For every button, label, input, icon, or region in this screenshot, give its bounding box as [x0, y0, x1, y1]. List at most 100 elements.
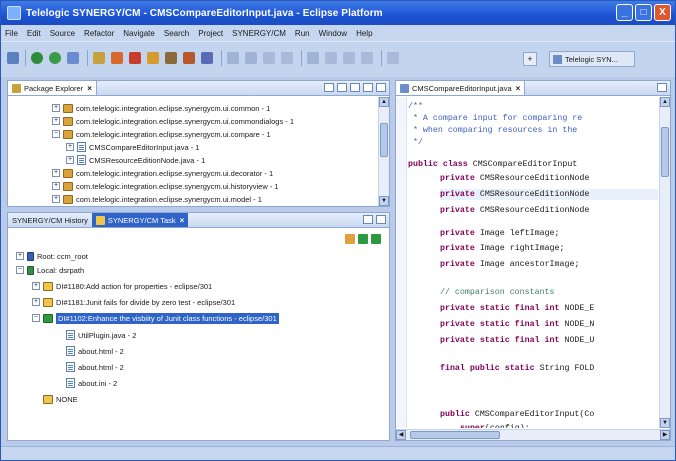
code-line[interactable]: * A compare input for comparing re: [408, 113, 582, 124]
expand-icon[interactable]: +: [66, 156, 74, 164]
external-tools-icon[interactable]: [67, 52, 79, 64]
menu-help[interactable]: Help: [356, 29, 372, 38]
debug-icon[interactable]: [31, 52, 43, 64]
tab-editor-file[interactable]: CMSCompareEditorInput.java ×: [396, 81, 526, 95]
view-menu-icon[interactable]: [350, 83, 360, 92]
code-line[interactable]: public class CMSCompareEditorInput: [408, 159, 582, 170]
tree-item[interactable]: + com.telelogic.integration.eclipse.syner…: [52, 102, 270, 114]
code-line[interactable]: */: [408, 137, 423, 148]
code-line[interactable]: private Image ancestorImage;: [440, 259, 579, 270]
menu-file[interactable]: File: [5, 29, 18, 38]
code-line[interactable]: private CMSResourceEditionNode: [440, 189, 658, 200]
tree-item[interactable]: + com.telelogic.integration.eclipse.syner…: [52, 193, 262, 205]
expand-icon[interactable]: +: [32, 298, 40, 306]
package-explorer-vscroll[interactable]: ▲ ▼: [378, 97, 389, 206]
code-line[interactable]: private CMSResourceEditionNode: [440, 205, 589, 216]
minimize-view-icon[interactable]: [363, 83, 373, 92]
maximize-button[interactable]: □: [635, 4, 652, 21]
perspective-switcher[interactable]: Telelogic SYN...: [549, 51, 635, 67]
scroll-left-icon[interactable]: ◀: [396, 430, 406, 440]
tree-item[interactable]: UtilPlugin.java - 2: [66, 329, 136, 341]
scroll-thumb[interactable]: [661, 127, 669, 177]
code-line[interactable]: private Image rightImage;: [440, 243, 564, 254]
tree-item[interactable]: + com.telelogic.integration.eclipse.syner…: [52, 115, 294, 127]
code-line[interactable]: private static final int NODE_N: [440, 319, 594, 330]
run-icon[interactable]: [49, 52, 61, 64]
scroll-down-icon[interactable]: ▼: [660, 418, 670, 428]
minimize-button[interactable]: _: [616, 4, 633, 21]
close-tab-icon[interactable]: ×: [516, 84, 521, 93]
editor-ruler[interactable]: [396, 97, 407, 428]
search-icon[interactable]: [93, 52, 105, 64]
tree-item[interactable]: + Root: ccm_root: [16, 250, 88, 262]
code-line[interactable]: /**: [408, 101, 423, 112]
synergy-sync-icon[interactable]: [165, 52, 177, 64]
tree-item[interactable]: + com.telelogic.integration.eclipse.syner…: [52, 180, 279, 192]
scroll-down-icon[interactable]: ▼: [379, 196, 389, 206]
expand-icon[interactable]: +: [52, 169, 60, 177]
previous-annotation-icon[interactable]: [245, 52, 257, 64]
expand-icon[interactable]: +: [52, 195, 60, 203]
maximize-view-icon[interactable]: [376, 215, 386, 224]
tree-item-selected[interactable]: − DI#1102:Enhance the visbiity of Junit c…: [32, 312, 279, 324]
menu-search[interactable]: Search: [164, 29, 189, 38]
tree-item[interactable]: + DI#1180:Add action for properties - ecl…: [32, 280, 212, 292]
close-tab-icon[interactable]: ×: [180, 216, 185, 225]
synergy-history-icon[interactable]: [201, 52, 213, 64]
tab-package-explorer[interactable]: Package Explorer ×: [8, 81, 97, 95]
tab-synergy-history[interactable]: SYNERGY/CM History: [8, 213, 92, 227]
synergy-task-icon[interactable]: [129, 52, 141, 64]
menu-project[interactable]: Project: [198, 29, 223, 38]
tree-item[interactable]: + CMSResourceEditionNode.java - 1: [66, 154, 205, 166]
code-line[interactable]: private Image leftImage;: [440, 228, 560, 239]
block-selection-icon[interactable]: [343, 52, 355, 64]
menu-synergycm[interactable]: SYNERGY/CM: [232, 29, 286, 38]
code-line[interactable]: * when comparing resources in the: [408, 125, 582, 136]
code-area[interactable]: /** * A compare input for comparing re *…: [408, 97, 658, 428]
tab-synergy-task[interactable]: SYNERGY/CM Task ×: [91, 213, 189, 227]
scroll-thumb[interactable]: [410, 431, 500, 439]
collapse-icon[interactable]: −: [16, 266, 24, 274]
scroll-up-icon[interactable]: ▲: [379, 97, 389, 107]
back-icon[interactable]: [263, 52, 275, 64]
link-editor-icon[interactable]: [337, 83, 347, 92]
expand-icon[interactable]: +: [52, 182, 60, 190]
expand-icon[interactable]: +: [16, 252, 24, 260]
complete-task-icon[interactable]: [371, 234, 381, 244]
close-button[interactable]: X: [654, 4, 671, 21]
expand-icon[interactable]: +: [32, 282, 40, 290]
code-line[interactable]: private static final int NODE_U: [440, 335, 594, 346]
menu-refactor[interactable]: Refactor: [84, 29, 114, 38]
tree-item[interactable]: + DI#1181:Junit fails for divide by zero …: [32, 296, 235, 308]
menu-run[interactable]: Run: [295, 29, 310, 38]
close-tab-icon[interactable]: ×: [87, 84, 92, 93]
menu-edit[interactable]: Edit: [27, 29, 41, 38]
collapse-icon[interactable]: −: [52, 130, 60, 138]
synergy-checkout-icon[interactable]: [111, 52, 123, 64]
code-line[interactable]: private static final int NODE_E: [440, 303, 594, 314]
minimize-view-icon[interactable]: [363, 215, 373, 224]
tree-item[interactable]: − com.telelogic.integration.eclipse.syner…: [52, 128, 271, 140]
tree-item[interactable]: about.html - 2: [66, 361, 124, 373]
set-current-task-icon[interactable]: [358, 234, 368, 244]
tree-item[interactable]: about.ini - 2: [66, 377, 117, 389]
scroll-thumb[interactable]: [380, 123, 388, 157]
tree-item[interactable]: − Local: dsrpath: [16, 264, 84, 276]
menu-source[interactable]: Source: [50, 29, 75, 38]
synergy-checkin-icon[interactable]: [147, 52, 159, 64]
menu-window[interactable]: Window: [319, 29, 347, 38]
code-line[interactable]: public CMSCompareEditorInput(Co: [440, 409, 594, 420]
code-line[interactable]: private CMSResourceEditionNode: [440, 173, 589, 184]
show-whitespace-icon[interactable]: [325, 52, 337, 64]
open-perspective-button[interactable]: +: [523, 52, 537, 66]
scroll-up-icon[interactable]: ▲: [660, 97, 670, 107]
toggle-mark-icon[interactable]: [307, 52, 319, 64]
expand-icon[interactable]: +: [52, 117, 60, 125]
expand-icon[interactable]: +: [66, 143, 74, 151]
new-icon[interactable]: [7, 52, 19, 64]
expand-icon[interactable]: +: [52, 104, 60, 112]
pin-editor-icon[interactable]: [361, 52, 373, 64]
code-line[interactable]: super(config);: [460, 423, 530, 428]
code-line[interactable]: // comparison constants: [440, 287, 555, 298]
editor-hscroll[interactable]: ◀ ▶: [396, 429, 670, 440]
